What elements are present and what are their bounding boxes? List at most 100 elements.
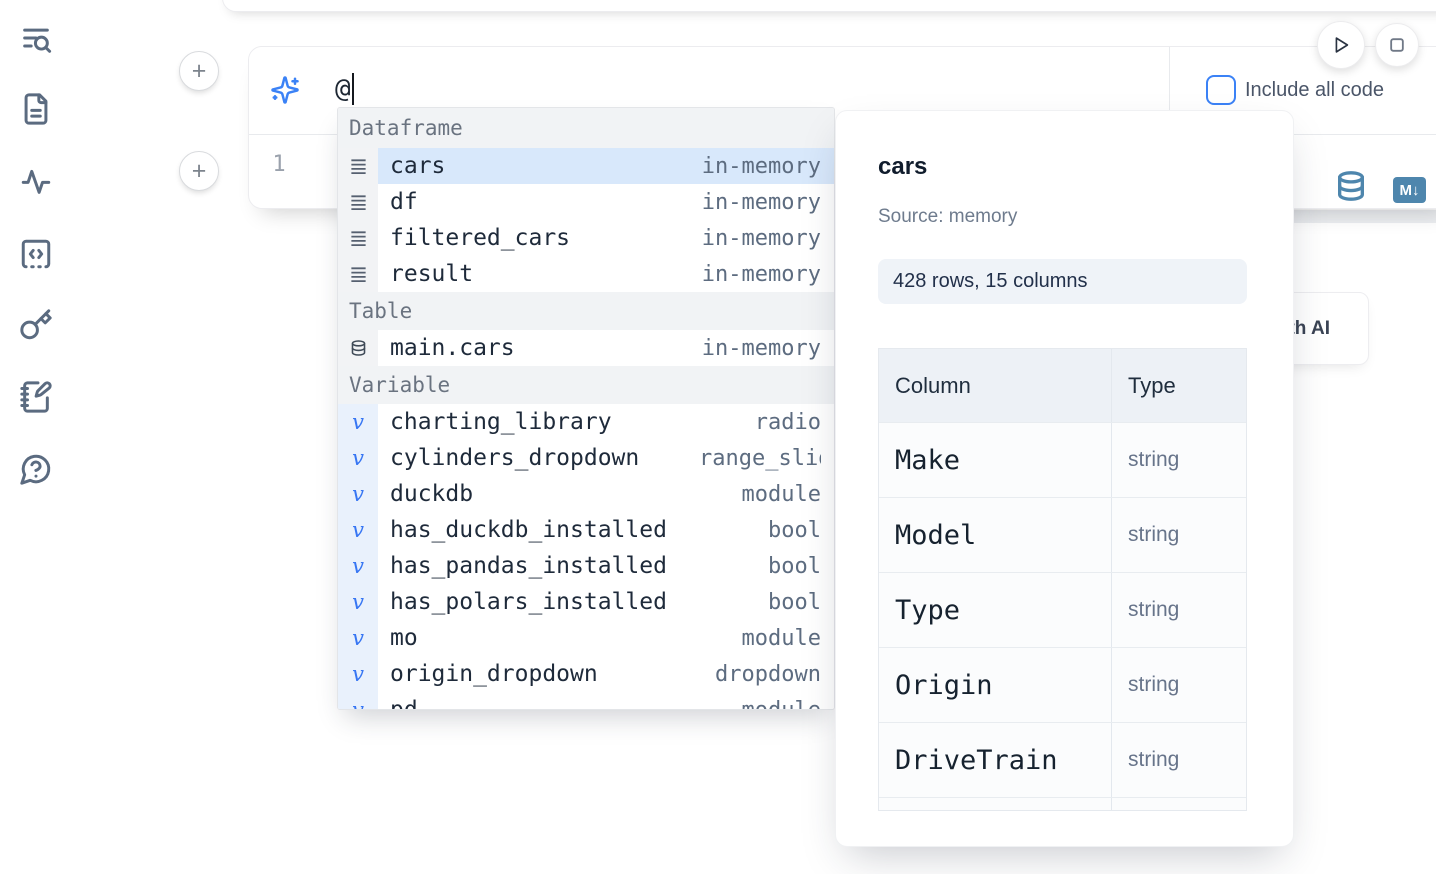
item-name: charting_library [390,409,612,435]
autocomplete-item-main-cars[interactable]: main.cars in-memory [338,330,834,366]
item-name: result [390,261,473,287]
table-row: Make string [879,422,1246,497]
column-name: DriveTrain [879,723,1112,797]
item-name: mo [390,625,418,651]
code-square-dashed-icon[interactable] [19,237,53,271]
section-label: Table [349,299,412,323]
autocomplete-item-cylinders-dropdown[interactable]: v cylinders_dropdown range_slider [338,440,834,476]
item-name: filtered_cars [390,225,570,251]
autocomplete-item-duckdb[interactable]: v duckdb module [338,476,834,512]
item-hint: radio [755,410,821,435]
variable-icon: v [338,476,378,512]
item-name: pd [390,697,418,710]
autocomplete-item-mo[interactable]: v mo module [338,620,834,656]
ai-prompt-value: @ [335,74,351,104]
autocomplete-section-header: Table [338,292,834,330]
markdown-icon[interactable]: M↓ [1393,177,1426,203]
line-number: 1 [267,152,291,177]
popup-shape-badge: 428 rows, 15 columns [878,259,1247,304]
autocomplete-item-pd[interactable]: v pd module [338,692,834,710]
previous-cell-card [222,0,1436,12]
autocomplete-item-charting-library[interactable]: v charting_library radio [338,404,834,440]
variable-icon: v [338,656,378,692]
item-hint: bool [768,554,821,579]
dataframe-rows-icon [338,184,378,220]
section-label: Dataframe [349,116,463,140]
variable-icon: v [338,620,378,656]
item-hint: module [742,626,821,651]
include-all-code-checkbox[interactable] [1206,75,1236,105]
autocomplete-item-has-polars-installed[interactable]: v has_polars_installed bool [338,584,834,620]
autocomplete-section-header: Variable [338,366,834,404]
autocomplete-section-header: Dataframe [338,108,834,148]
table-row: DriveTrain string [879,722,1246,797]
stop-icon [1387,35,1407,55]
column-name: Model [879,498,1112,572]
item-name: duckdb [390,481,473,507]
run-cell-button[interactable] [1317,21,1365,69]
autocomplete-item-has-pandas-installed[interactable]: v has_pandas_installed bool [338,548,834,584]
item-name: origin_dropdown [390,661,598,687]
item-hint: bool [768,590,821,615]
column-type: string [1112,573,1246,647]
list-search-icon[interactable] [19,23,53,57]
table-row-partial [879,797,1246,811]
key-icon[interactable] [19,308,53,342]
variable-icon: v [338,440,378,476]
add-cell-above-button[interactable]: + [179,51,219,91]
dataframe-rows-icon [338,148,378,184]
play-icon [1330,34,1352,56]
item-hint: in-memory [702,262,821,287]
item-name: has_duckdb_installed [390,517,667,543]
item-hint: range_slider [699,446,821,471]
autocomplete-item-has-duckdb-installed[interactable]: v has_duckdb_installed bool [338,512,834,548]
variable-icon: v [338,512,378,548]
schema-header-column: Column [879,349,1112,422]
item-name: has_polars_installed [390,589,667,615]
column-type: string [1112,723,1246,797]
ai-prompt-input[interactable]: @ [335,73,354,105]
dataframe-rows-icon [338,256,378,292]
stop-button[interactable] [1375,23,1419,67]
activity-icon[interactable] [19,164,53,198]
autocomplete-item-df[interactable]: df in-memory [338,184,834,220]
autocomplete-item-cars[interactable]: cars in-memory [338,148,834,184]
variable-icon: v [338,692,378,710]
column-type: string [1112,648,1246,722]
notebook-pen-icon[interactable] [19,380,53,414]
autocomplete-dropdown: Dataframe cars in-memory df in-memory fi… [337,107,835,710]
help-circle-icon[interactable] [19,452,53,486]
table-row: Type string [879,572,1246,647]
item-hint: bool [768,518,821,543]
popup-schema-table: Column Type Make string Model string Typ… [878,348,1247,811]
autocomplete-item-origin-dropdown[interactable]: v origin_dropdown dropdown [338,656,834,692]
file-text-icon[interactable] [19,92,53,126]
column-type: string [1112,498,1246,572]
item-name: cylinders_dropdown [390,445,639,471]
dataframe-detail-popup: cars Source: memory 428 rows, 15 columns… [835,110,1294,847]
popup-source: Source: memory [878,206,1017,228]
item-name: df [390,189,418,215]
table-database-icon [338,330,378,366]
autocomplete-item-filtered-cars[interactable]: filtered_cars in-memory [338,220,834,256]
variable-icon: v [338,404,378,440]
item-hint: module [742,482,821,507]
column-type: string [1112,423,1246,497]
variable-icon: v [338,548,378,584]
sparkles-ai-icon [270,75,300,105]
item-name: has_pandas_installed [390,553,667,579]
add-cell-below-button[interactable]: + [179,151,219,191]
column-name: Origin [879,648,1112,722]
item-hint: in-memory [702,336,821,361]
autocomplete-item-result[interactable]: result in-memory [338,256,834,292]
variable-icon: v [338,584,378,620]
table-row: Origin string [879,647,1246,722]
section-label: Variable [349,373,450,397]
item-name: main.cars [390,335,515,361]
table-row: Model string [879,497,1246,572]
item-hint: in-memory [702,154,821,179]
dataframe-rows-icon [338,220,378,256]
item-hint: module [742,698,821,711]
item-name: cars [390,153,445,179]
database-icon[interactable] [1335,170,1367,206]
